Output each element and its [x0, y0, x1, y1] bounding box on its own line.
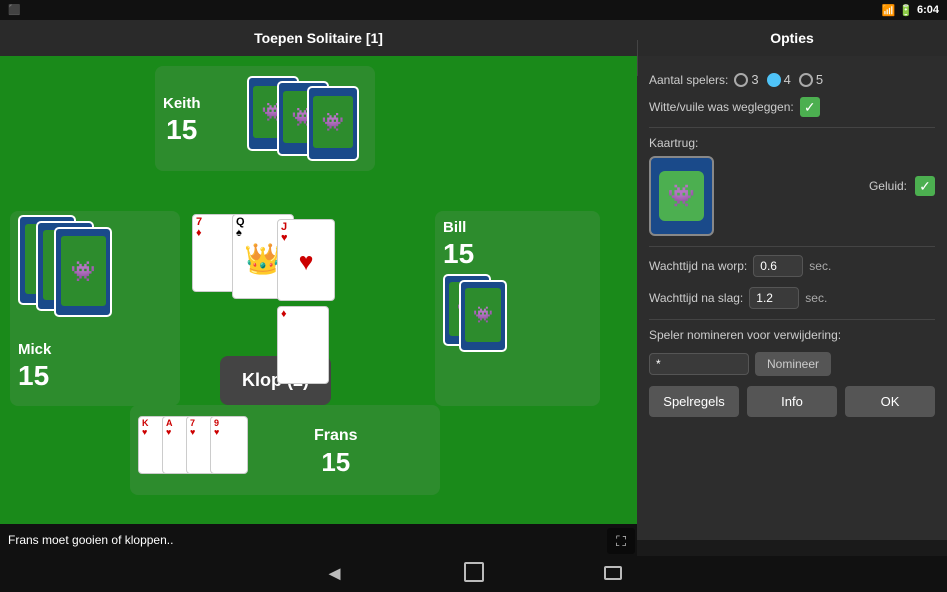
nomineren-label: Speler nomineren voor verwijdering:	[649, 328, 841, 342]
keith-card-3: 👾	[307, 86, 359, 161]
app-icon: ⬛	[8, 5, 20, 16]
title-divider	[637, 40, 638, 76]
options-panel: Aantal spelers: 3 4 5 Witte/vuile was we…	[637, 56, 947, 540]
mick-player-box: 👾 👾 👾 Mick 15	[10, 211, 180, 406]
geluid-checkbox[interactable]: ✓	[915, 176, 935, 196]
frans-cards: K♥ A♥ 7♥ 9♥	[138, 416, 308, 484]
bill-cards: 👾 👾	[443, 274, 563, 364]
bill-name: Bill	[443, 215, 466, 238]
kaartrug-monster: 👾	[659, 171, 704, 221]
spelers-5-radio[interactable]	[799, 73, 813, 87]
sec-label-2: sec.	[805, 291, 827, 305]
game-title: Toepen Solitaire [1]	[0, 30, 637, 46]
nomineren-input[interactable]	[649, 353, 749, 375]
keith-name: Keith	[163, 91, 201, 114]
frans-info: Frans 15	[314, 423, 358, 478]
options-panel-title: Opties	[637, 30, 947, 46]
home-icon	[464, 562, 484, 582]
nomineren-label-row: Speler nomineren voor verwijdering:	[649, 328, 935, 342]
frans-player-box: K♥ A♥ 7♥ 9♥ Frans 15	[130, 405, 440, 495]
spelers-4-radio[interactable]	[767, 73, 781, 87]
frans-score: 15	[314, 447, 358, 478]
nav-bar: ◄	[0, 556, 947, 592]
wachttijd-worp-row: Wachttijd na worp: sec.	[649, 255, 935, 277]
spelers-radio-group[interactable]: 3 4 5	[734, 72, 823, 87]
bill-score: 15	[443, 238, 474, 270]
divider-2	[649, 246, 935, 247]
recents-button[interactable]	[604, 564, 622, 585]
geluid-row: Geluid: ✓	[869, 176, 935, 196]
battery-icon: 🔋	[899, 4, 913, 17]
nomineer-button[interactable]: Nomineer	[755, 352, 831, 376]
keith-player-box: Keith 15 👾 👾 👾	[155, 66, 375, 171]
spelregels-button[interactable]: Spelregels	[649, 386, 739, 417]
mick-card-3: 👾	[54, 227, 112, 317]
kaartrug-preview[interactable]: 👾	[649, 156, 714, 236]
kaartrug-label: Kaartrug:	[649, 136, 714, 150]
spelers-4-label: 4	[784, 72, 791, 87]
witte-checkbox[interactable]: ✓	[800, 97, 820, 117]
game-area: Keith 15 👾 👾 👾 👾 👾 👾	[0, 56, 637, 540]
sec-label-1: sec.	[809, 259, 831, 273]
mick-name: Mick	[18, 337, 51, 360]
status-bar: ⬛ 📶 🔋 6:04	[0, 0, 947, 20]
signal-icon: 📶	[882, 4, 896, 17]
spelers-row: Aantal spelers: 3 4 5	[649, 72, 935, 87]
kaartrug-section: Kaartrug: 👾 Geluid: ✓	[649, 136, 935, 236]
spelers-3-option[interactable]: 3	[734, 72, 758, 87]
info-button[interactable]: Info	[747, 386, 837, 417]
spelers-4-option[interactable]: 4	[767, 72, 791, 87]
back-icon: ◄	[325, 563, 345, 585]
wachttijd-slag-row: Wachttijd na slag: sec.	[649, 287, 935, 309]
fullscreen-icon: ⛶	[616, 533, 626, 550]
wachttijd-worp-label: Wachttijd na worp:	[649, 259, 747, 273]
wachttijd-worp-input[interactable]	[753, 255, 803, 277]
spelers-label: Aantal spelers:	[649, 73, 728, 87]
spelers-3-label: 3	[751, 72, 758, 87]
wachttijd-slag-input[interactable]	[749, 287, 799, 309]
witte-row: Witte/vuile was wegleggen: ✓	[649, 97, 935, 117]
nomineren-input-row: Nomineer	[649, 352, 935, 376]
keith-info: Keith 15	[163, 91, 201, 146]
ok-button[interactable]: OK	[845, 386, 935, 417]
clock: 6:04	[917, 4, 939, 16]
bill-card-2: 👾	[459, 280, 507, 352]
keith-score: 15	[163, 114, 201, 146]
status-left-icons: ⬛	[8, 5, 20, 16]
kaartrug-left: Kaartrug: 👾	[649, 136, 714, 236]
divider-1	[649, 127, 935, 128]
action-buttons: Spelregels Info OK	[649, 386, 935, 417]
fullscreen-button[interactable]: ⛶	[607, 528, 635, 554]
status-message: Frans moet gooien of kloppen..	[8, 533, 173, 547]
keith-cards: 👾 👾 👾	[247, 76, 367, 161]
spelers-5-label: 5	[816, 72, 823, 87]
mick-cards: 👾 👾 👾	[18, 215, 173, 335]
spelers-3-radio[interactable]	[734, 73, 748, 87]
back-button[interactable]: ◄	[325, 563, 345, 586]
title-bar: Toepen Solitaire [1] Opties	[0, 20, 947, 56]
frans-name: Frans	[314, 423, 358, 447]
home-button[interactable]	[464, 562, 484, 587]
bill-player-box: Bill 15 👾 👾	[435, 211, 600, 406]
divider-3	[649, 319, 935, 320]
mick-score: 15	[18, 360, 49, 392]
status-right-icons: 📶 🔋 6:04	[882, 4, 939, 17]
geluid-section: Geluid: ✓	[869, 176, 935, 196]
geluid-label: Geluid:	[869, 179, 907, 193]
card-lower-1: ♦	[277, 306, 329, 384]
wachttijd-slag-label: Wachttijd na slag:	[649, 291, 743, 305]
spelers-5-option[interactable]: 5	[799, 72, 823, 87]
card-jack-hearts: J♥ ♥	[277, 219, 335, 301]
witte-label: Witte/vuile was wegleggen:	[649, 100, 794, 114]
franc-card-9: 9♥	[210, 416, 248, 474]
bottom-status-bar: Frans moet gooien of kloppen.. ⛶	[0, 524, 637, 556]
recents-icon	[604, 566, 622, 580]
